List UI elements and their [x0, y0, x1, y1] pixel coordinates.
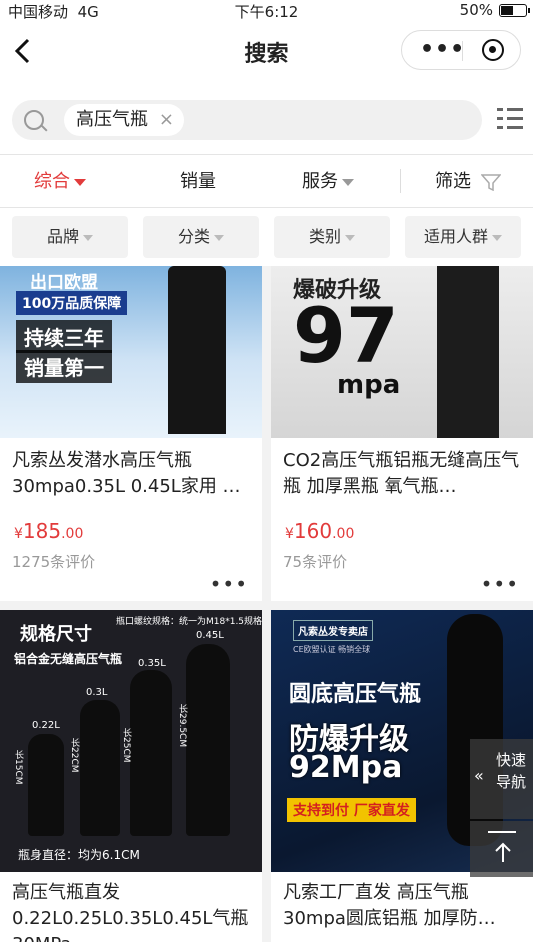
- close-target-icon[interactable]: [482, 39, 504, 61]
- price-decimal: .00: [61, 526, 84, 542]
- caret-down-icon: [492, 234, 502, 241]
- product-price: ¥185.00: [14, 519, 83, 543]
- review-count: 75条评价: [283, 553, 348, 571]
- tab-label: 综合: [34, 171, 70, 192]
- cylinder-035: [130, 670, 172, 836]
- image-caption: 销量第一: [16, 350, 112, 383]
- image-caption: CE欧盟认证 畅销全球: [293, 645, 371, 654]
- back-to-top-button[interactable]: [470, 821, 533, 877]
- caret-down-icon: [74, 178, 86, 186]
- product-card[interactable]: 出口欧盟 100万品质保障 持续三年 销量第一 凡索丛发潜水高压气瓶30mpa0…: [0, 266, 262, 601]
- filter-label: 分类: [177, 227, 210, 246]
- filter-audience[interactable]: 适用人群: [405, 216, 521, 258]
- tab-label: 销量: [180, 171, 216, 192]
- cylinder-graphic: [168, 266, 226, 434]
- price-integer: 160: [293, 519, 333, 543]
- price-integer: 185: [22, 519, 62, 543]
- tab-label: 筛选: [435, 171, 471, 192]
- price-decimal: .00: [332, 526, 355, 542]
- image-caption: 凡索丛发专卖店: [293, 620, 373, 641]
- image-caption: 圆底高压气瓶: [289, 682, 422, 707]
- image-caption: 97: [293, 291, 399, 380]
- image-caption: 0.45L: [196, 630, 224, 641]
- filter-label: 类别: [308, 227, 341, 246]
- search-icon: [24, 110, 44, 130]
- product-image: 爆破升级 97 mpa: [271, 266, 533, 438]
- image-caption: mpa: [337, 370, 401, 400]
- filter-label: 品牌: [46, 227, 79, 246]
- more-options-button[interactable]: •••: [210, 572, 248, 596]
- image-caption: 长22CM: [69, 738, 79, 773]
- funnel-icon: [480, 174, 502, 192]
- nav-bar: 搜索 •••: [0, 22, 533, 84]
- caret-down-icon: [83, 234, 93, 241]
- currency-symbol: ¥: [285, 526, 294, 542]
- caret-down-icon: [342, 178, 354, 186]
- review-count: 1275条评价: [12, 553, 96, 571]
- cylinder-045: [186, 644, 230, 836]
- search-query-text: 高压气瓶: [76, 109, 148, 130]
- product-name[interactable]: 凡索工厂直发 高压气瓶30mpa圆底铝瓶 加厚防…: [283, 880, 523, 932]
- battery-percent: 50%: [459, 1, 493, 19]
- battery-icon: [499, 4, 530, 17]
- caret-down-icon: [345, 234, 355, 241]
- image-caption: 出口欧盟: [30, 273, 98, 293]
- product-image: 规格尺寸 瓶口螺纹规格：统一为M18*1.5规格 铝合金无缝高压气瓶 0.45L…: [0, 610, 262, 872]
- search-query-chip[interactable]: 高压气瓶 ×: [64, 104, 184, 136]
- clock: 下午6:12: [234, 3, 299, 21]
- cylinder-graphic: [437, 266, 499, 438]
- filter-category[interactable]: 分类: [143, 216, 259, 258]
- arrow-up-icon: [495, 842, 511, 862]
- more-options-button[interactable]: •••: [481, 572, 519, 596]
- sort-tabs: 综合 销量 服务 筛选: [0, 155, 533, 208]
- image-caption: 100万品质保障: [16, 291, 128, 315]
- product-name[interactable]: CO2高压气瓶铝瓶无缝高压气瓶 加厚黑瓶 氧气瓶…: [283, 448, 523, 500]
- top-bar-icon: [488, 831, 516, 833]
- image-caption: 规格尺寸: [20, 624, 92, 645]
- filter-row: 品牌 分类 类别 适用人群: [0, 208, 533, 266]
- capsule-divider: [462, 41, 463, 61]
- chevron-left-icon: «: [474, 766, 484, 785]
- product-name[interactable]: 高压气瓶直发0.22L0.25L0.35L0.45L气瓶30MPa…: [12, 880, 252, 942]
- quick-nav-label: 快速 导航: [496, 751, 527, 791]
- status-bar: 中国移动 4G 下午6:12 50%: [0, 0, 533, 22]
- image-caption: 92Mpa: [289, 750, 403, 785]
- list-view-toggle-icon[interactable]: [497, 106, 523, 132]
- cylinder-03: [80, 700, 120, 836]
- filter-brand[interactable]: 品牌: [12, 216, 128, 258]
- more-button[interactable]: •••: [420, 39, 465, 61]
- product-card[interactable]: 规格尺寸 瓶口螺纹规格：统一为M18*1.5规格 铝合金无缝高压气瓶 0.45L…: [0, 610, 262, 942]
- filter-type[interactable]: 类别: [274, 216, 390, 258]
- image-caption: 持续三年: [16, 320, 112, 353]
- currency-symbol: ¥: [14, 526, 23, 542]
- tab-comprehensive[interactable]: 综合: [34, 167, 86, 193]
- filter-label: 适用人群: [423, 227, 488, 246]
- image-caption: 长15CM: [13, 750, 23, 785]
- tab-sales[interactable]: 销量: [180, 167, 216, 193]
- mini-program-capsule: •••: [401, 30, 521, 70]
- image-caption: 瓶口螺纹规格：统一为M18*1.5规格: [116, 617, 262, 627]
- image-caption: 0.3L: [86, 687, 108, 698]
- tab-divider: [400, 169, 401, 193]
- clear-query-icon[interactable]: ×: [159, 104, 174, 136]
- image-caption: 0.35L: [138, 658, 166, 669]
- product-card[interactable]: 爆破升级 97 mpa CO2高压气瓶铝瓶无缝高压气瓶 加厚黑瓶 氧气瓶… ¥1…: [271, 266, 533, 601]
- tab-service[interactable]: 服务: [302, 167, 354, 193]
- search-input[interactable]: 高压气瓶 ×: [12, 100, 482, 140]
- quick-nav-button[interactable]: « 快速 导航: [470, 739, 533, 819]
- search-bar: 高压气瓶 ×: [0, 84, 533, 155]
- image-caption: 0.22L: [32, 720, 60, 731]
- product-image: 出口欧盟 100万品质保障 持续三年 销量第一: [0, 266, 262, 438]
- tab-label: 服务: [302, 171, 338, 192]
- product-price: ¥160.00: [285, 519, 354, 543]
- image-caption: 支持到付 厂家直发: [287, 798, 416, 822]
- cylinder-022: [28, 734, 64, 836]
- image-caption: 铝合金无缝高压气瓶: [14, 652, 123, 666]
- image-caption: 长29.5CM: [177, 704, 187, 748]
- image-caption: 瓶身直径：均为6.1CM: [18, 848, 140, 862]
- tab-filter[interactable]: 筛选: [435, 167, 502, 193]
- caret-down-icon: [214, 234, 224, 241]
- product-name[interactable]: 凡索丛发潜水高压气瓶30mpa0.35L 0.45L家用 …: [12, 448, 252, 500]
- image-caption: 长25CM: [121, 728, 131, 763]
